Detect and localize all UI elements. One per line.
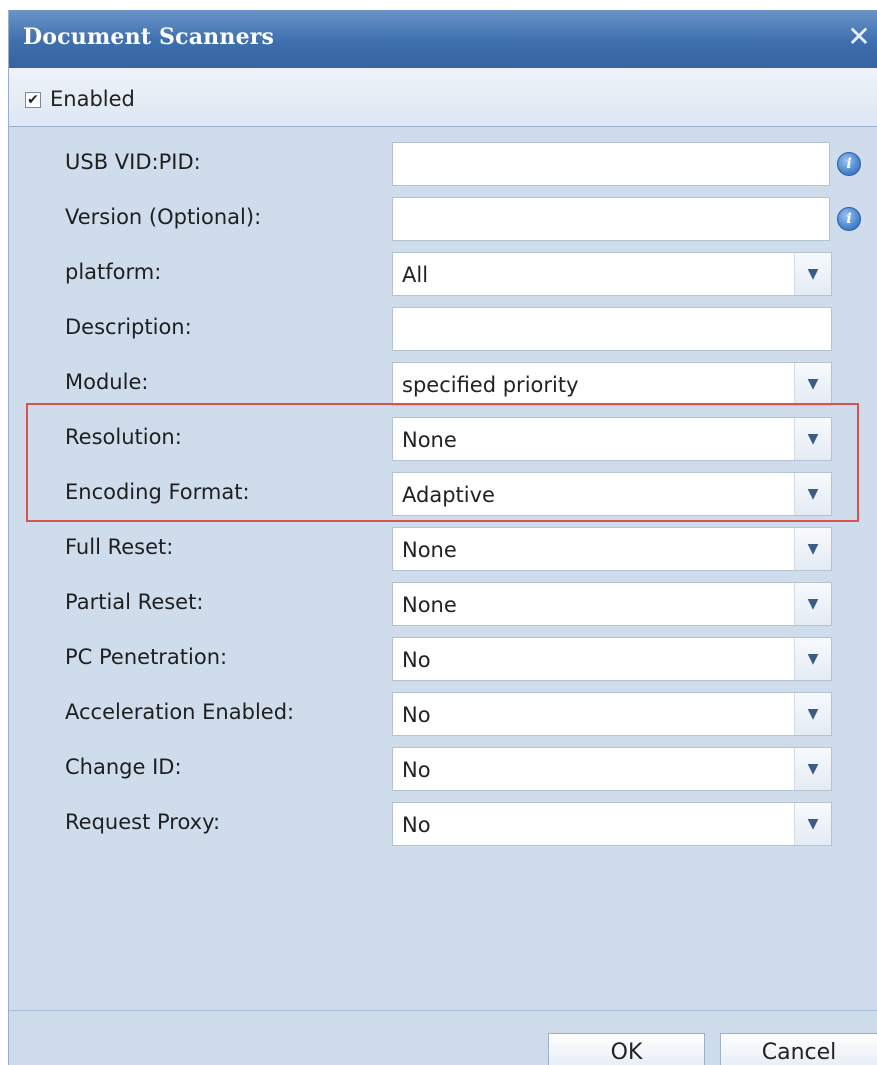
acceleration-enabled-label: Acceleration Enabled: [65, 700, 295, 724]
platform-label: platform: [65, 260, 162, 284]
dialog-footer: OK Cancel [9, 1010, 877, 1065]
cancel-button[interactable]: Cancel [720, 1033, 877, 1065]
chevron-down-icon[interactable]: ▼ [794, 473, 831, 515]
info-icon[interactable]: i [837, 207, 861, 231]
form-row-description: Description: [9, 307, 877, 353]
acceleration-enabled-select-value: No [402, 703, 431, 727]
form-row-partial-reset: Partial Reset: None ▼ [9, 582, 877, 628]
module-select-value: specified priority [402, 373, 579, 397]
dialog-title: Document Scanners [23, 24, 275, 50]
dialog-toolbar: ✔ Enabled [9, 68, 877, 127]
pc-penetration-select-value: No [402, 648, 431, 672]
request-proxy-select-value: No [402, 813, 431, 837]
form-row-full-reset: Full Reset: None ▼ [9, 527, 877, 573]
chevron-down-icon[interactable]: ▼ [794, 363, 831, 405]
full-reset-label: Full Reset: [65, 535, 174, 559]
chevron-down-icon[interactable]: ▼ [794, 693, 831, 735]
platform-select[interactable]: All ▼ [392, 252, 832, 296]
encoding-format-select[interactable]: Adaptive ▼ [392, 472, 832, 516]
encoding-format-label: Encoding Format: [65, 480, 250, 504]
form-row-request-proxy: Request Proxy: No ▼ [9, 802, 877, 848]
chevron-down-icon[interactable]: ▼ [794, 528, 831, 570]
enabled-checkbox[interactable]: ✔ [25, 92, 41, 108]
close-icon[interactable]: ✕ [844, 22, 874, 52]
form-row-pc-penetration: PC Penetration: No ▼ [9, 637, 877, 683]
partial-reset-label: Partial Reset: [65, 590, 204, 614]
change-id-label: Change ID: [65, 755, 182, 779]
form-row-acceleration-enabled: Acceleration Enabled: No ▼ [9, 692, 877, 738]
module-select[interactable]: specified priority ▼ [392, 362, 832, 406]
ok-button[interactable]: OK [548, 1033, 705, 1065]
pc-penetration-select[interactable]: No ▼ [392, 637, 832, 681]
request-proxy-label: Request Proxy: [65, 810, 221, 834]
form-row-module: Module: specified priority ▼ [9, 362, 877, 408]
chevron-down-icon[interactable]: ▼ [794, 583, 831, 625]
form-row-usb-vid-pid: USB VID:PID: i [9, 142, 877, 188]
chevron-down-icon[interactable]: ▼ [794, 418, 831, 460]
encoding-format-select-value: Adaptive [402, 483, 495, 507]
resolution-label: Resolution: [65, 425, 182, 449]
change-id-select-value: No [402, 758, 431, 782]
description-label: Description: [65, 315, 192, 339]
partial-reset-select[interactable]: None ▼ [392, 582, 832, 626]
acceleration-enabled-select[interactable]: No ▼ [392, 692, 832, 736]
pc-penetration-label: PC Penetration: [65, 645, 228, 669]
partial-reset-select-value: None [402, 593, 457, 617]
usb-vid-pid-input[interactable] [392, 142, 830, 186]
change-id-select[interactable]: No ▼ [392, 747, 832, 791]
version-label: Version (Optional): [65, 205, 262, 229]
platform-select-value: All [402, 263, 429, 287]
full-reset-select[interactable]: None ▼ [392, 527, 832, 571]
form-row-resolution: Resolution: None ▼ [9, 417, 877, 463]
form-row-version: Version (Optional): i [9, 197, 877, 243]
form-row-change-id: Change ID: No ▼ [9, 747, 877, 793]
version-input[interactable] [392, 197, 830, 241]
dialog-title-bar[interactable]: Document Scanners ✕ [9, 10, 877, 68]
chevron-down-icon[interactable]: ▼ [794, 253, 831, 295]
chevron-down-icon[interactable]: ▼ [794, 803, 831, 845]
module-label: Module: [65, 370, 149, 394]
resolution-select[interactable]: None ▼ [392, 417, 832, 461]
description-input[interactable] [392, 307, 832, 351]
request-proxy-select[interactable]: No ▼ [392, 802, 832, 846]
resolution-select-value: None [402, 428, 457, 452]
form-row-encoding-format: Encoding Format: Adaptive ▼ [9, 472, 877, 518]
usb-vid-pid-label: USB VID:PID: [65, 150, 201, 174]
document-scanners-dialog: Document Scanners ✕ ✔ Enabled USB VID:PI… [8, 10, 877, 1065]
info-icon[interactable]: i [837, 152, 861, 176]
enabled-checkbox-label[interactable]: Enabled [50, 87, 135, 111]
form-row-platform: platform: All ▼ [9, 252, 877, 298]
chevron-down-icon[interactable]: ▼ [794, 638, 831, 680]
full-reset-select-value: None [402, 538, 457, 562]
chevron-down-icon[interactable]: ▼ [794, 748, 831, 790]
